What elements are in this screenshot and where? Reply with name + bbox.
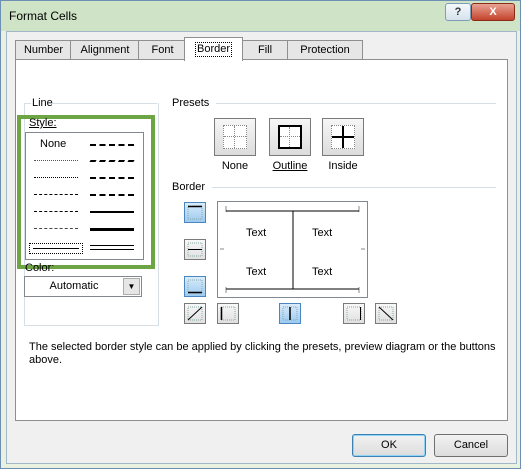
preset-inside-label: Inside [328,160,358,172]
top-border-toggle[interactable] [184,202,206,223]
line-style-dashed[interactable] [34,228,78,229]
presets-separator [216,103,496,104]
top-border-icon [187,205,203,220]
border-help-text: The selected border style can be applied… [29,341,496,366]
preview-cell-text: Text [246,266,267,278]
line-group-top-left [24,103,31,104]
diagonal-up-border-icon [187,306,203,321]
dialog-client-area: Number Alignment Font Border Fill Protec… [6,31,517,464]
help-button[interactable]: ? [445,3,471,21]
line-style-none[interactable]: None [40,138,66,150]
line-style-medium-dash-dot-dot[interactable] [90,144,134,146]
line-group-top-right [52,103,157,104]
line-style-slanted-dash-dot[interactable] [89,160,135,162]
tab-protection[interactable]: Protection [287,40,363,60]
preset-outline-button[interactable] [269,118,311,156]
tab-font[interactable]: Font [138,40,187,60]
title-bar: Format Cells ? X [1,1,520,31]
tab-border-label: Border [194,42,233,57]
diagonal-down-border-icon [378,306,394,321]
inside-horizontal-border-toggle[interactable] [184,239,206,260]
preset-outline-icon [278,125,302,149]
diagonal-down-border-toggle[interactable] [375,303,397,324]
preview-guides [220,206,365,293]
line-style-medium[interactable] [90,211,134,213]
tab-fill-label: Fill [257,44,273,56]
color-dropdown[interactable]: Automatic ▼ [24,276,142,297]
right-border-toggle[interactable] [343,303,365,324]
border-preview-diagram[interactable]: Text Text Text Text [217,201,368,298]
tab-fill[interactable]: Fill [241,40,289,60]
window-title: Format Cells [9,9,78,23]
line-style-thin-selected[interactable] [29,243,83,254]
left-border-icon [220,306,236,321]
line-style-dash-dot-dot[interactable] [34,194,78,195]
line-style-dash-dot[interactable] [34,211,78,212]
line-style-hair[interactable] [34,160,78,161]
format-cells-dialog: Format Cells ? X Number Alignment Font B… [0,0,521,469]
preview-cell-text: Text [312,266,333,278]
preset-inside-icon [331,125,355,149]
diagonal-up-border-toggle[interactable] [184,303,206,324]
bottom-border-toggle[interactable] [184,276,206,297]
cancel-button[interactable]: Cancel [434,434,508,457]
right-border-icon [346,306,362,321]
line-style-dotted[interactable] [34,177,78,178]
tab-border[interactable]: Border [184,37,243,61]
line-style-medium-dash-dot[interactable] [90,177,134,179]
preset-outline-label: Outline [272,160,308,172]
line-group-label: Line [32,97,53,109]
line-style-double[interactable] [90,245,134,250]
left-border-toggle[interactable] [217,303,239,324]
chevron-down-icon[interactable]: ▼ [123,278,140,295]
preset-none-label: None [221,160,249,172]
tab-number-label: Number [23,44,64,56]
presets-group-label: Presets [172,97,210,109]
inside-horizontal-border-icon [187,242,203,257]
tab-alignment[interactable]: Alignment [70,40,140,60]
inside-vertical-border-toggle[interactable] [279,303,301,324]
preset-inside-button[interactable] [322,118,364,156]
style-label: Style: [29,117,57,129]
ok-button[interactable]: OK [352,434,426,457]
preview-cell-text: Text [246,227,267,239]
bottom-border-icon [187,279,203,294]
border-separator [212,187,496,188]
close-button[interactable]: X [471,3,515,21]
line-style-medium-dashed[interactable] [90,194,134,196]
border-group-label: Border [172,181,206,193]
tab-font-label: Font [151,44,174,56]
border-tab-panel: Line Style: None Color: Automatic ▼ Pres… [15,59,508,421]
tab-alignment-label: Alignment [80,44,130,56]
color-label: Color: [25,262,55,274]
line-style-list[interactable]: None [25,132,144,260]
preset-none-button[interactable] [214,118,256,156]
tab-protection-label: Protection [300,44,350,56]
preview-cell-text: Text [312,227,333,239]
color-dropdown-value: Automatic [49,280,99,292]
preset-none-icon [223,125,247,149]
inside-vertical-border-icon [282,306,298,321]
tab-number[interactable]: Number [15,40,72,60]
line-style-thick[interactable] [90,228,134,231]
